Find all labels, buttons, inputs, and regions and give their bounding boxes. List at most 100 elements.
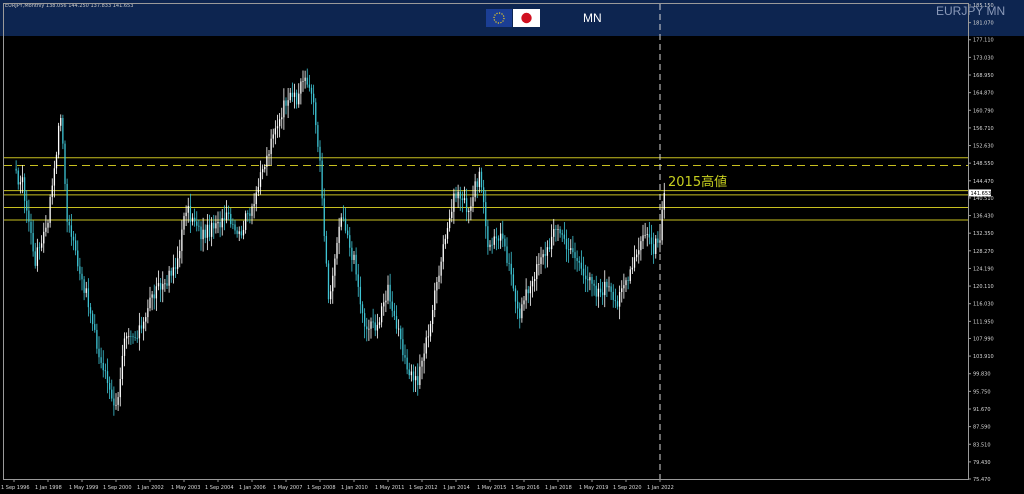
candle (298, 83, 300, 108)
candle-body (319, 146, 321, 161)
candle (251, 203, 253, 225)
candle-body (640, 241, 642, 251)
candle-body (412, 371, 415, 381)
candle-body (510, 263, 512, 275)
candle (200, 221, 202, 251)
eu-flag-icon (486, 9, 512, 27)
candle (249, 208, 251, 224)
candle-body (321, 160, 323, 199)
y-tick-label-19: 107.990 (973, 336, 994, 342)
candle-body (17, 170, 19, 185)
candle (306, 68, 308, 88)
candle (574, 242, 576, 270)
candle (578, 256, 580, 271)
candle (521, 297, 523, 323)
candle-body (406, 357, 408, 370)
candle-body (623, 285, 625, 289)
candle (553, 218, 555, 246)
candle-body (463, 198, 466, 201)
y-tick-label-23: 91.670 (973, 407, 991, 413)
candle (145, 312, 147, 332)
candle-body (378, 322, 381, 325)
candle (597, 282, 600, 308)
candle (51, 178, 53, 205)
candle (563, 222, 566, 245)
candle-body (374, 322, 376, 331)
candle-body (132, 336, 134, 338)
candle (361, 301, 364, 323)
y-tick-label-3: 173.030 (973, 55, 994, 61)
candle-body (147, 308, 149, 318)
candle (244, 210, 247, 234)
candle-body (553, 229, 555, 237)
candle-body (642, 235, 644, 242)
candle (499, 222, 502, 249)
candle-body (221, 218, 223, 228)
x-tick-label-0: 1 Sep 1996 (1, 485, 30, 491)
candle (548, 238, 551, 252)
candle (567, 237, 570, 263)
candle (538, 253, 540, 276)
candle-body (431, 310, 434, 324)
candle (40, 235, 43, 252)
candle (523, 296, 525, 311)
candle (601, 281, 604, 305)
candle (425, 330, 427, 359)
candle (434, 282, 436, 318)
candle-body (181, 229, 183, 251)
candle-body (19, 182, 22, 185)
candle-body (601, 292, 604, 296)
candle (234, 219, 236, 235)
candle (138, 312, 141, 351)
candle-body (340, 217, 342, 227)
candle-body (536, 264, 538, 279)
candle (431, 304, 434, 333)
candle (15, 160, 17, 174)
candle-body (274, 128, 277, 135)
candle-body (202, 229, 204, 240)
candle (646, 227, 648, 247)
candle-body (376, 324, 379, 331)
candle-body (295, 92, 298, 105)
y-tick-label-15: 124.190 (973, 266, 994, 272)
candle-body (266, 155, 268, 167)
candle-body (468, 210, 470, 213)
candle (60, 114, 62, 132)
candle-body (136, 337, 138, 339)
time-axis: 1 Sep 1996 1 Jan 1998 1 May 1999 1 Sep 2000… (1, 479, 674, 491)
candle-body (111, 389, 113, 399)
candle (259, 160, 262, 195)
candle (508, 253, 510, 271)
candle-body (444, 238, 447, 245)
candle-body (310, 87, 313, 94)
price-chart[interactable]: EURJPY,Monthly 138.056 144.250 137.833 1… (0, 0, 1024, 494)
candle-body (519, 308, 521, 319)
candle-body (514, 288, 517, 302)
candle-body (325, 235, 328, 264)
candle-body (244, 213, 247, 230)
candle (140, 316, 143, 334)
x-tick-label-7: 1 Jan 2006 (239, 485, 266, 491)
candle (512, 267, 515, 292)
candle (542, 249, 544, 265)
candle (215, 215, 217, 234)
candle-body (108, 383, 111, 390)
candle (113, 386, 115, 416)
candle-body (521, 304, 523, 319)
candle-body (219, 221, 221, 228)
candle (618, 285, 621, 320)
candle (531, 276, 534, 298)
candle (119, 367, 121, 407)
candle-body (176, 258, 179, 269)
candle (606, 278, 608, 298)
candle-body (638, 250, 640, 255)
candle (49, 194, 51, 228)
candle-body (357, 274, 359, 287)
candle-body (393, 310, 396, 317)
candle-body (523, 300, 525, 305)
candle-body (593, 283, 595, 286)
candle (106, 358, 109, 394)
x-tick-label-2: 1 May 1999 (69, 485, 98, 491)
candle (589, 272, 591, 291)
y-tick-label-27: 75.470 (973, 477, 991, 483)
